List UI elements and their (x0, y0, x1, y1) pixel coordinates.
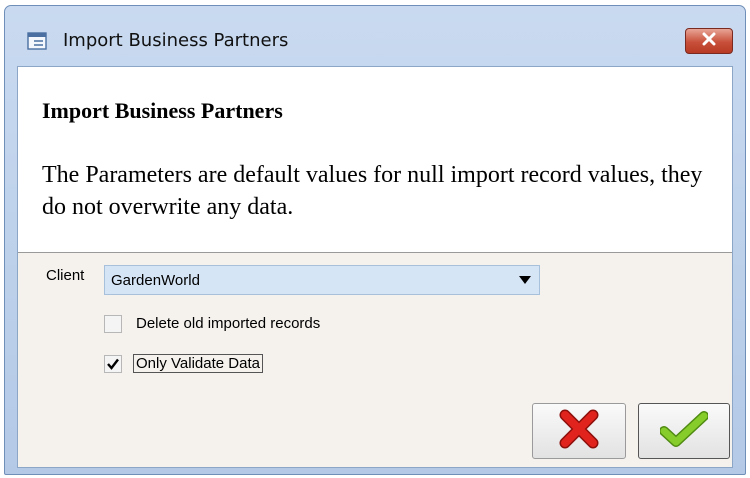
delete-old-records-label: Delete old imported records (136, 315, 321, 332)
process-header: Import Business Partners The Parameters … (18, 67, 732, 253)
close-x-icon (701, 32, 717, 51)
close-button[interactable] (685, 28, 733, 54)
process-description: The Parameters are default values for nu… (42, 162, 703, 220)
process-title: Import Business Partners (42, 98, 283, 123)
only-validate-checkbox[interactable] (104, 355, 122, 373)
client-select-value: GardenWorld (111, 272, 200, 289)
dialog-client-area: Import Business Partners The Parameters … (17, 66, 733, 468)
parameter-panel: Client GardenWorld Delete old imported r… (18, 253, 732, 467)
client-select[interactable]: GardenWorld (104, 265, 540, 295)
checkmark-icon (107, 358, 119, 370)
title-bar[interactable]: Import Business Partners (5, 6, 745, 66)
red-x-icon (559, 409, 599, 454)
only-validate-label: Only Validate Data (133, 354, 263, 373)
delete-old-records-checkbox[interactable] (104, 315, 122, 333)
green-check-icon (659, 410, 709, 452)
ok-button[interactable] (638, 403, 730, 459)
cancel-button[interactable] (532, 403, 626, 459)
client-label: Client (46, 267, 85, 284)
window-title: Import Business Partners (63, 30, 289, 51)
window-form-icon (27, 32, 47, 50)
dialog-window: Import Business Partners Import Business… (4, 5, 746, 475)
chevron-down-icon[interactable] (511, 266, 539, 294)
